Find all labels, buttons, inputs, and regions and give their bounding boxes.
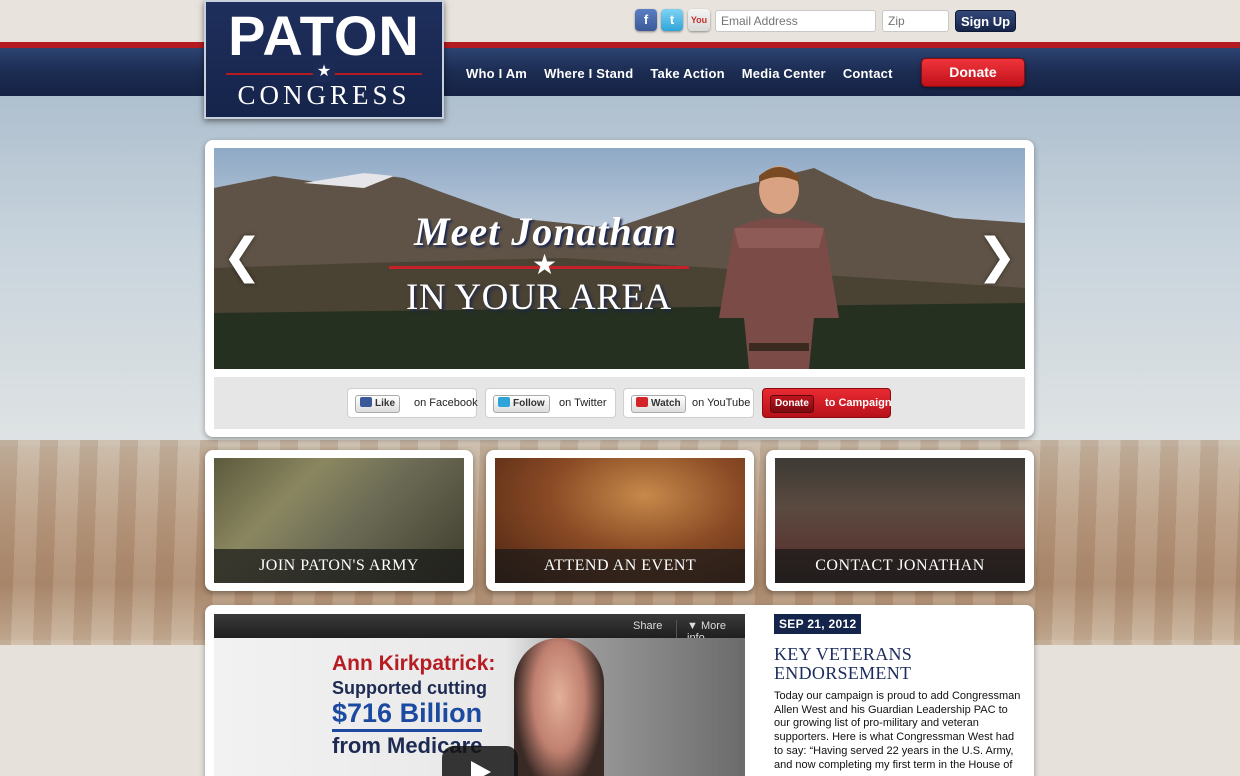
- candidate-photo: [719, 166, 839, 369]
- feature-attend-event[interactable]: ATTEND AN EVENT: [486, 450, 754, 591]
- hero-title-line2: IN YOUR AREA: [406, 277, 672, 318]
- nav-take-action[interactable]: Take Action: [650, 66, 724, 81]
- twitter-label: on Twitter: [559, 397, 607, 409]
- news-panel: Share ▼ More info Ann Kirkpatrick: Suppo…: [205, 605, 1034, 776]
- facebook-icon[interactable]: f: [635, 9, 657, 31]
- hero-panel: Meet Jonathan ★ IN YOUR AREA ❮ ❯ Like on…: [205, 140, 1034, 437]
- feature-contact-jonathan[interactable]: CONTACT JONATHAN: [766, 450, 1034, 591]
- chevron-right-icon[interactable]: ❯: [977, 233, 1017, 281]
- video-person: [514, 638, 604, 776]
- zip-input[interactable]: [882, 10, 949, 32]
- social-action-bar: Like on Facebook Follow on Twitter Watch…: [214, 377, 1025, 429]
- main-nav: Who I Am Where I Stand Take Action Media…: [466, 66, 910, 81]
- twitter-icon[interactable]: t: [661, 9, 683, 31]
- feature-photo: ATTEND AN EVENT: [495, 458, 745, 583]
- feature-join-army[interactable]: JOIN PATON'S ARMY: [205, 450, 473, 591]
- play-icon[interactable]: [442, 746, 518, 776]
- donate-campaign-button[interactable]: Donate to Campaign: [762, 388, 892, 418]
- donate-pill: Donate: [770, 395, 814, 413]
- chevron-down-icon: ▼: [687, 620, 701, 632]
- twitter-icon: [498, 397, 510, 407]
- feature-caption: CONTACT JONATHAN: [775, 549, 1025, 583]
- top-strip: [0, 0, 1240, 44]
- site-logo[interactable]: PATON ★ CONGRESS: [204, 0, 444, 119]
- news-title[interactable]: KEY VETERANS ENDORSEMENT: [774, 645, 1024, 683]
- logo-congress: CONGRESS: [237, 80, 411, 110]
- nav-who-i-am[interactable]: Who I Am: [466, 66, 527, 81]
- nav-where-i-stand[interactable]: Where I Stand: [544, 66, 633, 81]
- video-player[interactable]: Share ▼ More info Ann Kirkpatrick: Suppo…: [214, 614, 745, 776]
- facebook-label: on Facebook: [414, 397, 478, 409]
- chevron-left-icon[interactable]: ❮: [222, 233, 262, 281]
- campaign-label: to Campaign: [825, 397, 892, 409]
- like-pill: Like: [355, 395, 401, 413]
- feature-photo: CONTACT JONATHAN: [775, 458, 1025, 583]
- youtube-icon[interactable]: You: [688, 9, 710, 31]
- youtube-watch-button[interactable]: Watch on YouTube: [623, 388, 754, 418]
- video-text-line1: Ann Kirkpatrick:: [332, 652, 496, 675]
- logo-paton: PATON: [228, 4, 420, 67]
- nav-media-center[interactable]: Media Center: [742, 66, 826, 81]
- logo-star-rule: ★: [226, 62, 422, 82]
- thumbs-up-icon: [360, 397, 372, 407]
- youtube-icon: [636, 397, 648, 407]
- news-date: SEP 21, 2012: [774, 614, 862, 634]
- news-body: Today our campaign is proud to add Congr…: [774, 690, 1021, 771]
- feature-caption: JOIN PATON'S ARMY: [214, 549, 464, 583]
- video-frame: Ann Kirkpatrick: Supported cutting $716 …: [214, 638, 745, 776]
- feature-caption: ATTEND AN EVENT: [495, 549, 745, 583]
- feature-photo: JOIN PATON'S ARMY: [214, 458, 464, 583]
- video-toolbar: Share ▼ More info: [214, 614, 745, 644]
- watch-pill: Watch: [631, 395, 686, 413]
- hero-slide[interactable]: Meet Jonathan ★ IN YOUR AREA ❮ ❯: [214, 148, 1025, 369]
- nav-contact[interactable]: Contact: [843, 66, 893, 81]
- facebook-like-button[interactable]: Like on Facebook: [347, 388, 478, 418]
- video-text-line2: Supported cutting: [332, 678, 487, 698]
- share-button[interactable]: Share: [633, 620, 662, 632]
- video-text-line3: $716 Billion: [332, 698, 483, 732]
- star-icon: ★: [312, 62, 336, 82]
- follow-pill: Follow: [493, 395, 550, 413]
- youtube-label: on YouTube: [692, 397, 751, 409]
- donate-button[interactable]: Donate: [921, 58, 1025, 87]
- mountain-scenery: [214, 168, 1025, 369]
- signup-button[interactable]: Sign Up: [955, 10, 1016, 32]
- twitter-follow-button[interactable]: Follow on Twitter: [485, 388, 616, 418]
- email-input[interactable]: [715, 10, 876, 32]
